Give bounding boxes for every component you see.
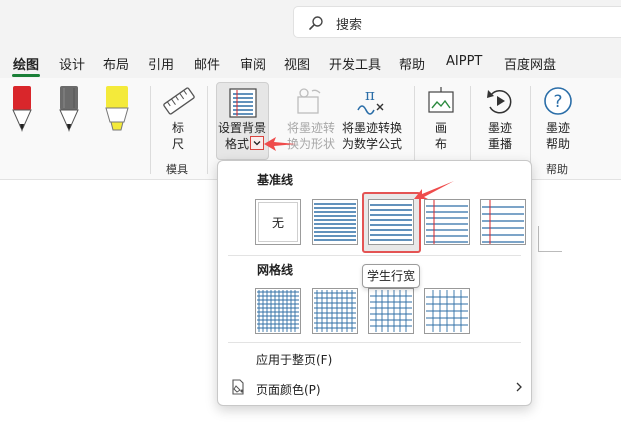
grid-small-option[interactable]: [255, 288, 301, 334]
page-margin-marker: [538, 226, 562, 252]
tab-references[interactable]: 引用: [148, 54, 174, 73]
pen-gray-icon[interactable]: [56, 86, 82, 134]
rule-lines-title: 基准线: [257, 173, 294, 187]
option-tooltip: 学生行宽: [362, 264, 420, 288]
tab-draw[interactable]: 绘图: [13, 54, 39, 73]
search-placeholder: 搜索: [336, 18, 363, 33]
grid-large-option[interactable]: [368, 288, 414, 334]
tab-baidu-netdisk[interactable]: 百度网盘: [504, 54, 556, 73]
ink-replay-label-1: 墨迹: [488, 121, 513, 135]
background-format-label-1: 设置背景: [218, 121, 267, 135]
ruler-label-2: 尺: [172, 137, 185, 151]
ink-replay-label-2: 重播: [488, 137, 513, 151]
annotation-arrow-icon: [264, 137, 296, 151]
svg-text:?: ?: [553, 92, 562, 112]
tab-review[interactable]: 审阅: [240, 54, 266, 73]
apply-to-all-pages-item[interactable]: 应用于整页(F): [256, 351, 332, 368]
rule-narrow-option[interactable]: [312, 199, 358, 245]
help-icon[interactable]: ?: [543, 86, 573, 116]
svg-text:π: π: [365, 86, 375, 104]
rule-none-option[interactable]: 无: [255, 199, 301, 245]
grid-lines-title: 网格线: [257, 263, 294, 277]
title-bar: 搜索: [0, 0, 621, 46]
ruled-page-icon: [229, 88, 257, 118]
active-tab-indicator: [12, 74, 40, 77]
tab-developer[interactable]: 开发工具: [329, 54, 381, 73]
canvas-label-1: 画: [435, 121, 448, 135]
tab-layout[interactable]: 布局: [103, 54, 129, 73]
pen-red-icon[interactable]: [9, 86, 35, 134]
chevron-right-icon[interactable]: [514, 381, 524, 393]
highlighter-yellow-icon[interactable]: [103, 86, 131, 134]
ink-to-shape-icon: [297, 88, 321, 114]
tab-view[interactable]: 视图: [284, 54, 310, 73]
tab-aippt[interactable]: AIPPT: [446, 54, 482, 69]
page-color-icon: [232, 379, 244, 395]
grid-xlarge-option[interactable]: [424, 288, 470, 334]
ink-to-math-label-2[interactable]: 为数学公式: [342, 136, 402, 152]
ruler-label-1: 标: [172, 121, 185, 135]
ribbon-separator: [150, 86, 151, 174]
ink-help-label-2: 帮助: [546, 137, 571, 151]
rule-college-option[interactable]: [424, 199, 470, 245]
canvas-icon[interactable]: [426, 86, 456, 116]
group-stencils-label: 模具: [166, 163, 188, 176]
search-box[interactable]: 搜索: [293, 6, 621, 38]
group-help-label: 帮助: [546, 163, 568, 176]
ink-to-math-label-1[interactable]: 将墨迹转换: [342, 120, 402, 136]
ink-replay-icon[interactable]: [485, 86, 515, 116]
page-color-item[interactable]: 页面颜色(P): [256, 381, 321, 398]
annotation-arrow-icon: [414, 181, 454, 199]
menu-divider: [228, 255, 521, 256]
grid-medium-option[interactable]: [312, 288, 358, 334]
search-icon: [309, 16, 323, 30]
rule-student-width-option[interactable]: [368, 199, 414, 245]
rule-none-label: 无: [271, 216, 284, 230]
tab-mailings[interactable]: 邮件: [194, 54, 220, 73]
menu-divider: [228, 342, 521, 343]
tab-design[interactable]: 设计: [59, 54, 85, 73]
ribbon-tabs: 绘图 设计 布局 引用 邮件 审阅 视图 开发工具 帮助 AIPPT 百度网盘: [0, 46, 621, 78]
ink-help-label-1: 墨迹: [546, 121, 571, 135]
ink-to-math-icon[interactable]: π: [355, 86, 387, 118]
canvas-label-2: 布: [435, 137, 448, 151]
background-format-label-2: 格式: [225, 137, 250, 151]
ribbon-separator: [207, 86, 208, 174]
rule-wide-option[interactable]: [480, 199, 526, 245]
tab-help[interactable]: 帮助: [399, 54, 425, 73]
ruler-icon[interactable]: [163, 86, 195, 116]
